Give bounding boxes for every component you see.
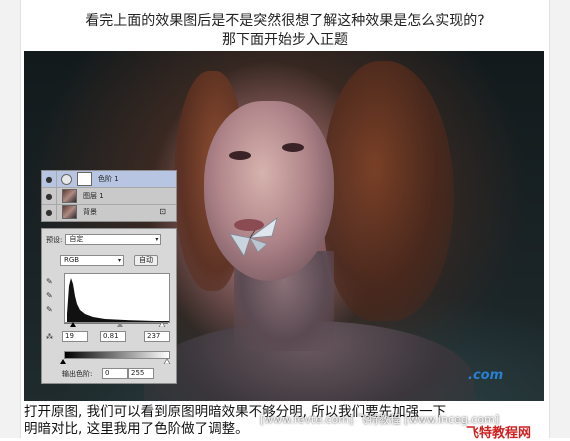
lock-icon: ⊡: [159, 207, 166, 216]
gray-eyedropper-icon[interactable]: ✎: [46, 289, 58, 303]
chevron-down-icon: ▾: [155, 236, 159, 243]
input-slider-handles[interactable]: [64, 319, 170, 327]
right-eye: [282, 143, 304, 152]
white-eyedropper-icon[interactable]: ✎: [46, 303, 58, 317]
preset-label: 预设:: [46, 235, 63, 244]
output-white-field[interactable]: 255: [128, 368, 154, 379]
input-gamma-field[interactable]: 0.81: [100, 331, 126, 342]
eyedropper-tools: ✎ ✎ ✎: [46, 275, 58, 317]
watermark-logo: .com: [468, 368, 504, 383]
visibility-eye-icon[interactable]: ●: [42, 188, 57, 204]
channel-row: RGB ▾ 自动: [60, 255, 158, 266]
hair-right: [324, 61, 454, 321]
layer-name: 色阶 1: [98, 175, 119, 183]
layers-panel: ● 色阶 1 ● 图层 1 ● 背景 ⊡: [41, 170, 177, 222]
layer-row-layer1[interactable]: ● 图层 1: [42, 188, 176, 205]
layer-row-background[interactable]: ● 背景 ⊡: [42, 204, 176, 220]
left-margin: [0, 0, 21, 438]
layer-thumbnail: [62, 189, 77, 203]
black-eyedropper-icon[interactable]: ✎: [46, 275, 58, 289]
channel-value: RGB: [64, 256, 80, 264]
channel-select[interactable]: RGB ▾: [60, 255, 124, 266]
adjustment-icon: [61, 173, 72, 185]
input-black-field[interactable]: 19: [62, 331, 88, 342]
right-margin: [549, 0, 570, 438]
watermark-brand: 飞特教程网: [466, 426, 532, 441]
levels-panel: 预设: 自定 ▾ RGB ▾ 自动 ✎ ✎ ✎ ⁂ 19 0.81 237 输出…: [41, 228, 177, 384]
watermark-url: [www.fevte.com] 飞特教程 [www.lnceg.com]: [260, 413, 500, 426]
butterfly-icon: [229, 216, 278, 257]
chevron-down-icon: ▾: [117, 257, 121, 264]
visibility-eye-icon[interactable]: ●: [42, 171, 57, 187]
intro-line-2: 那下面开始步入正题: [222, 32, 348, 48]
visibility-eye-icon[interactable]: ●: [42, 204, 57, 220]
output-label: 输出色阶:: [62, 370, 93, 378]
auto-button[interactable]: 自动: [134, 255, 158, 266]
left-eye: [229, 151, 251, 160]
preset-select[interactable]: 自定 ▾: [65, 234, 162, 245]
histogram-graph: [67, 278, 169, 322]
input-white-field[interactable]: 237: [144, 331, 170, 342]
layer-mask-thumbnail: [77, 172, 92, 186]
layer-name: 背景: [83, 208, 97, 216]
histogram: [64, 273, 170, 323]
input-label-icon: ⁂: [46, 333, 53, 341]
preset-row: 预设: 自定 ▾: [46, 234, 162, 245]
output-slider-handles[interactable]: [60, 358, 172, 364]
layer-name: 图层 1: [83, 192, 104, 200]
layer-row-levels[interactable]: ● 色阶 1: [42, 171, 176, 188]
preset-value: 自定: [69, 235, 84, 243]
intro-line-1: 看完上面的效果图后是不是突然很想了解这种效果是怎么实现的?: [85, 13, 485, 29]
output-black-field[interactable]: 0: [102, 368, 128, 379]
layer-thumbnail: [62, 205, 77, 219]
